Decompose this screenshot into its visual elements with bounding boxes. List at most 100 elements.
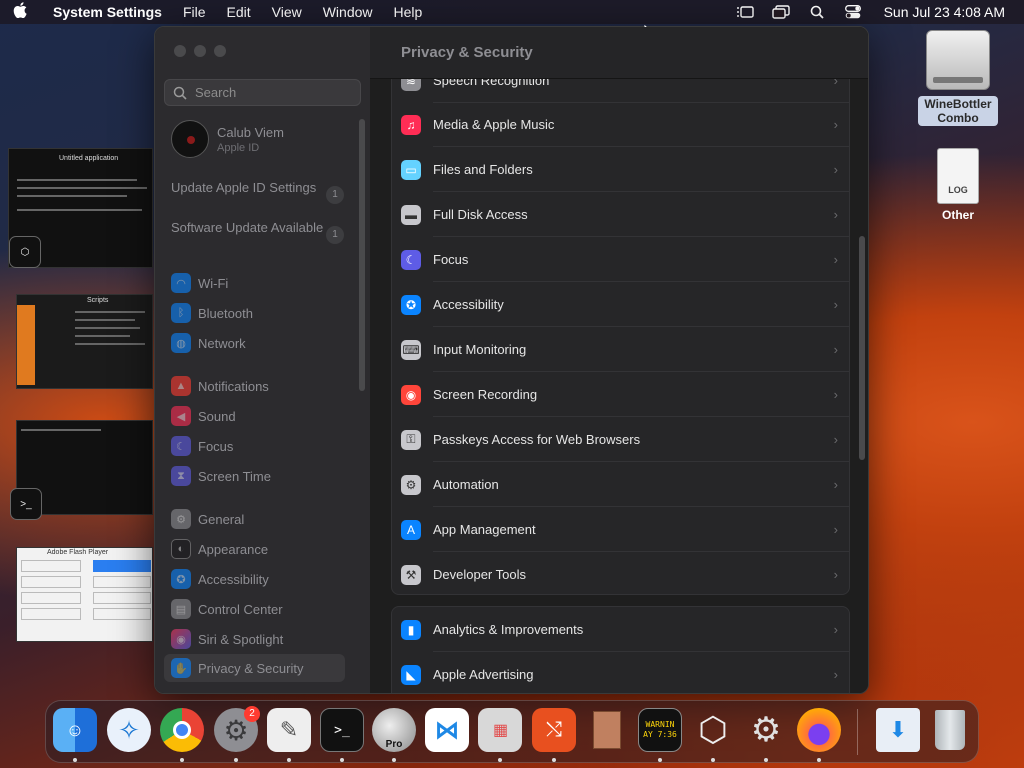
sidebar-item-accessibility[interactable]: ✪ Accessibility bbox=[171, 568, 269, 590]
sidebar-item-siri-spotlight[interactable]: ◉ Siri & Spotlight bbox=[171, 628, 283, 650]
dock-safari[interactable]: ✧ bbox=[107, 708, 151, 752]
row-passkeys-access[interactable]: ⚿ Passkeys Access for Web Browsers › bbox=[392, 417, 849, 462]
sidebar-item-general[interactable]: ⚙ General bbox=[171, 508, 244, 530]
row-label: Analytics & Improvements bbox=[433, 622, 584, 637]
sidebar-scrollbar[interactable] bbox=[359, 119, 365, 391]
sidebar-item-privacy-security[interactable]: ✋ Privacy & Security bbox=[164, 654, 345, 682]
record-icon: ◉ bbox=[401, 384, 421, 405]
dock-vscode[interactable]: ⋈ bbox=[425, 708, 469, 752]
launchpad-icon: ▦ bbox=[492, 722, 508, 739]
dock-console[interactable]: WARNIN AY 7:36 bbox=[638, 708, 682, 752]
row-label: Input Monitoring bbox=[433, 342, 527, 357]
row-input-monitoring[interactable]: ⌨ Input Monitoring › bbox=[392, 327, 849, 372]
chevron-right-icon: › bbox=[833, 342, 838, 357]
row-developer-tools[interactable]: ⚒ Developer Tools › bbox=[392, 552, 849, 597]
row-screen-recording[interactable]: ◉ Screen Recording › bbox=[392, 372, 849, 417]
sidebar-item-sound[interactable]: ◀ Sound bbox=[171, 405, 236, 427]
dock-package[interactable] bbox=[585, 708, 629, 752]
content-scrollbar[interactable] bbox=[859, 236, 865, 460]
stage-thumbnail-scripts[interactable]: Scripts bbox=[16, 294, 153, 389]
sidebar-item-bluetooth[interactable]: ᛒ Bluetooth bbox=[171, 302, 253, 324]
stage-manager-icon[interactable] bbox=[736, 5, 754, 19]
bar-chart-icon: ▮ bbox=[401, 619, 421, 640]
row-focus[interactable]: ☾ Focus › bbox=[392, 237, 849, 282]
dock-remote-desktop[interactable]: ⤭ bbox=[532, 708, 576, 752]
help-menu[interactable]: Help bbox=[394, 4, 423, 20]
dock-downloads[interactable]: ⬇ bbox=[876, 708, 920, 752]
window-menu[interactable]: Window bbox=[323, 4, 373, 20]
row-apple-advertising[interactable]: ◣ Apple Advertising › bbox=[392, 652, 849, 693]
terminal-app-icon[interactable]: >_ bbox=[10, 488, 42, 520]
dock-trash[interactable] bbox=[928, 708, 972, 752]
speaker-icon: ◀ bbox=[171, 406, 191, 426]
dock-finder[interactable]: ☺ bbox=[53, 708, 97, 752]
dock-hyper[interactable]: ⬡ bbox=[691, 708, 735, 752]
dock-terminal[interactable]: >_ bbox=[320, 708, 364, 752]
sidebar-item-network[interactable]: ◍ Network bbox=[171, 332, 246, 354]
row-files-folders[interactable]: ▭ Files and Folders › bbox=[392, 147, 849, 192]
sidebar-item-label: Notifications bbox=[198, 378, 269, 394]
dock: ☺ ✧ ⚙ 2 ✎ >_ Pro ⋈ ▦ ⤭ WARNIN AY 7:36 ⬡ … bbox=[45, 700, 979, 763]
keyboard-icon: ⌨ bbox=[401, 339, 421, 360]
app-menu[interactable]: System Settings bbox=[53, 4, 162, 20]
running-indicator bbox=[711, 758, 715, 762]
menu-bar-clock[interactable]: Sun Jul 23 4:08 AM bbox=[884, 4, 1005, 20]
sphere-icon: Pro bbox=[385, 738, 403, 750]
software-update-notice[interactable]: Software Update Available 1 bbox=[171, 220, 344, 244]
file-menu[interactable]: File bbox=[183, 4, 206, 20]
dock-automator[interactable]: ⚙ bbox=[744, 708, 788, 752]
notification-badge: 2 bbox=[244, 706, 260, 722]
dock-chrome[interactable] bbox=[160, 708, 204, 752]
script-editor-icon: ✎ bbox=[279, 717, 299, 742]
sidebar-item-screen-time[interactable]: ⧗ Screen Time bbox=[171, 465, 271, 487]
update-apple-id-notice[interactable]: Update Apple ID Settings 1 bbox=[171, 180, 344, 204]
disk-icon: ▬ bbox=[401, 204, 421, 225]
account-name: Calub Viem bbox=[217, 124, 284, 140]
screen-mirroring-icon[interactable] bbox=[771, 5, 790, 19]
search-field[interactable]: Search bbox=[164, 79, 361, 106]
sidebar-item-control-center[interactable]: ▤ Control Center bbox=[171, 598, 283, 620]
sidebar-item-focus[interactable]: ☾ Focus bbox=[171, 435, 233, 457]
chevron-right-icon: › bbox=[833, 207, 838, 222]
chevron-right-icon: › bbox=[833, 622, 838, 637]
sidebar-item-wifi[interactable]: ◠ Wi-Fi bbox=[171, 272, 228, 294]
apple-menu-icon[interactable] bbox=[0, 1, 40, 23]
row-app-management[interactable]: A App Management › bbox=[392, 507, 849, 552]
running-indicator bbox=[73, 758, 77, 762]
minimize-button[interactable] bbox=[194, 45, 206, 57]
siri-icon: ◉ bbox=[171, 629, 191, 649]
row-full-disk-access[interactable]: ▬ Full Disk Access › bbox=[392, 192, 849, 237]
sidebar-item-appearance[interactable]: ◐ Appearance bbox=[171, 538, 268, 560]
desktop-icon-other[interactable]: LOG Other bbox=[926, 148, 990, 222]
dock-launchpad[interactable]: ▦ bbox=[478, 708, 522, 752]
apple-id-account[interactable]: Calub Viem Apple ID bbox=[171, 120, 284, 158]
stage-thumbnail-adobe-flash[interactable]: Adobe Flash Player bbox=[16, 547, 153, 642]
sidebar-item-label: Control Center bbox=[198, 601, 283, 617]
dock-script-editor[interactable]: ✎ bbox=[267, 708, 311, 752]
desktop-icon-label: WineBottler Combo bbox=[918, 96, 998, 126]
sidebar-item-label: Wi-Fi bbox=[198, 275, 229, 291]
row-automation[interactable]: ⚙ Automation › bbox=[392, 462, 849, 507]
running-indicator bbox=[340, 758, 344, 762]
control-center-icon[interactable] bbox=[844, 5, 862, 19]
hexagon-app-icon[interactable]: ⬡ bbox=[9, 236, 41, 268]
view-menu[interactable]: View bbox=[272, 4, 302, 20]
zoom-button[interactable] bbox=[214, 45, 226, 57]
content-header: Privacy & Security bbox=[370, 27, 868, 79]
folder-icon: ▭ bbox=[401, 159, 421, 180]
desktop-icon-label: Other bbox=[941, 208, 974, 222]
row-analytics-improvements[interactable]: ▮ Analytics & Improvements › bbox=[392, 607, 849, 652]
notice-badge: 1 bbox=[326, 226, 344, 244]
close-button[interactable] bbox=[174, 45, 186, 57]
row-accessibility[interactable]: ✪ Accessibility › bbox=[392, 282, 849, 327]
menu-bar: System Settings File Edit View Window He… bbox=[0, 0, 1024, 24]
spotlight-search-icon[interactable] bbox=[808, 5, 826, 19]
row-media-apple-music[interactable]: ♫ Media & Apple Music › bbox=[392, 102, 849, 147]
sidebar-item-notifications[interactable]: ▲ Notifications bbox=[171, 375, 269, 397]
running-indicator bbox=[658, 758, 662, 762]
dock-parallels[interactable]: Pro bbox=[372, 708, 416, 752]
desktop-icon-winebottler[interactable]: WineBottler Combo bbox=[918, 30, 998, 126]
gears-icon: ⚙ bbox=[401, 474, 421, 495]
dock-firefox[interactable] bbox=[797, 708, 841, 752]
edit-menu[interactable]: Edit bbox=[227, 4, 251, 20]
